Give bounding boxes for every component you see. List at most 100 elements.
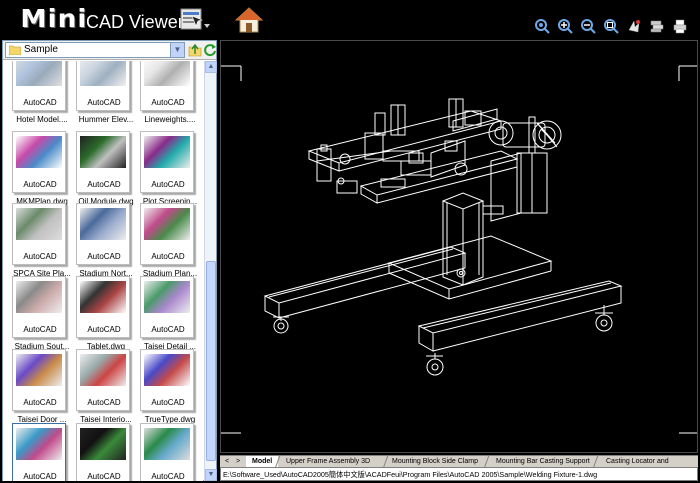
folder-dropdown[interactable]: Sample ▼ <box>5 42 185 58</box>
file-type-badge: AutoCAD <box>87 325 121 334</box>
print-icon[interactable] <box>672 18 688 34</box>
drawing-preview-image <box>16 281 62 313</box>
thumbnail-grid: AutoCAD Hotel Model.... AutoCAD Hummer Elev… <box>3 61 203 481</box>
folder-up-icon[interactable] <box>188 43 202 57</box>
file-thumbnail[interactable]: AutoCAD Hummer Elev... <box>75 61 137 124</box>
mini-cad-viewer-window: Mini CAD Viewer Sample ▼ AutoCAD Hotel M… <box>0 0 700 483</box>
file-thumbnail[interactable]: AutoCADWelding Fixt... <box>75 423 137 481</box>
file-type-badge: AutoCAD <box>23 472 57 481</box>
file-type-badge: AutoCAD <box>151 252 185 261</box>
file-thumbnail[interactable]: AutoCAD Taisei Detail ... <box>139 276 201 351</box>
home-icon[interactable] <box>234 6 264 34</box>
folder-name: Sample <box>24 44 58 55</box>
zoom-out-icon[interactable] <box>580 18 596 34</box>
tab-prev-button[interactable]: < <box>222 457 232 467</box>
file-type-badge: AutoCAD <box>151 98 185 107</box>
thumbnail-frame: AutoCAD <box>76 203 130 265</box>
logo-cad-viewer: CAD Viewer <box>86 12 184 32</box>
layout-tab-bar: < > Model Upper Frame Assembly 3D Mounti… <box>220 455 698 477</box>
thumbnail-frame: AutoCAD <box>12 349 66 411</box>
file-type-badge: AutoCAD <box>23 180 57 189</box>
zoom-realtime-icon[interactable] <box>534 18 550 34</box>
thumbnail-frame: AutoCAD <box>12 131 66 193</box>
file-thumbnail[interactable]: AutoCAD Oil Module.dwg <box>75 131 137 206</box>
drawing-preview-image <box>144 208 190 240</box>
chevron-down-icon[interactable]: ▼ <box>170 43 184 57</box>
refresh-icon[interactable] <box>203 43 217 57</box>
zoom-toolbar <box>534 18 688 34</box>
file-thumbnail[interactable]: AutoCAD Taisei Door ... <box>11 349 73 424</box>
drawing-viewport[interactable] <box>220 40 698 453</box>
folder-icon <box>9 45 21 55</box>
zoom-window-icon[interactable] <box>603 18 619 34</box>
file-name: Hotel Model.... <box>16 115 68 124</box>
file-type-badge: AutoCAD <box>87 472 121 481</box>
file-type-badge: AutoCAD <box>151 180 185 189</box>
thumbnail-frame: AutoCAD <box>76 349 130 411</box>
thumbnail-frame: AutoCAD <box>140 423 194 481</box>
file-type-badge: AutoCAD <box>87 398 121 407</box>
drawing-preview-image <box>16 136 62 168</box>
drawing-preview-image <box>144 136 190 168</box>
layers-icon[interactable] <box>649 18 665 34</box>
file-thumbnail[interactable]: AutoCAD Tablet.dwg <box>75 276 137 351</box>
scroll-up-arrow[interactable]: ▲ <box>205 61 217 73</box>
file-thumbnail[interactable]: AutoCAD SPCA Site Pla... <box>11 203 73 278</box>
thumbnail-frame: AutoCAD <box>76 423 130 481</box>
drawing-preview-image <box>80 354 126 386</box>
drawing-preview-image <box>80 281 126 313</box>
vertical-scrollbar[interactable]: ▲ ▼ <box>204 61 217 481</box>
file-thumbnail[interactable]: AutoCAD Stadium Sout... <box>11 276 73 351</box>
thumbnail-frame: AutoCAD <box>140 131 194 193</box>
top-toolbar: Mini CAD Viewer <box>0 0 700 40</box>
drawing-preview-image <box>144 61 190 86</box>
logo-mini: Mini <box>20 4 88 33</box>
drawing-preview-image <box>80 428 126 460</box>
drawing-preview-image <box>80 136 126 168</box>
file-type-badge: AutoCAD <box>151 325 185 334</box>
thumbnail-frame: AutoCAD <box>12 61 66 111</box>
open-file-icon[interactable] <box>180 6 210 34</box>
file-thumbnail[interactable]: AutoCAD Taisei Interio... <box>75 349 137 424</box>
file-thumbnail[interactable]: AutoCAD TrueType.dwg <box>139 349 201 424</box>
thumbnail-frame: AutoCAD <box>12 276 66 338</box>
file-type-badge: AutoCAD <box>23 398 57 407</box>
file-thumbnail[interactable]: AutoCAD Plot Screenin... <box>139 131 201 206</box>
file-type-badge: AutoCAD <box>23 325 57 334</box>
scroll-thumb[interactable] <box>206 261 216 461</box>
thumbnail-frame: AutoCAD <box>76 131 130 193</box>
thumbnail-frame: AutoCAD <box>140 61 194 111</box>
zoom-in-icon[interactable] <box>557 18 573 34</box>
thumbnail-frame: AutoCAD <box>12 203 66 265</box>
thumbnail-frame: AutoCAD <box>140 276 194 338</box>
folder-bar: Sample ▼ <box>3 41 216 60</box>
pan-icon[interactable] <box>626 18 642 34</box>
file-type-badge: AutoCAD <box>23 252 57 261</box>
thumbnail-frame: AutoCAD <box>140 203 194 265</box>
drawing-preview-image <box>80 61 126 86</box>
tab-next-button[interactable]: > <box>233 457 243 467</box>
file-thumbnail[interactable]: AutoCAD Lineweights.... <box>139 61 201 124</box>
drawing-preview-image <box>80 208 126 240</box>
file-thumbnail[interactable]: AutoCAD MKMPlan.dwg <box>11 131 73 206</box>
file-thumbnail[interactable]: AutoCAD Stadium Nort... <box>75 203 137 278</box>
file-thumbnail[interactable]: AutoCADWelding Fixt... <box>11 423 73 481</box>
file-type-badge: AutoCAD <box>151 472 185 481</box>
scroll-down-arrow[interactable]: ▼ <box>205 469 217 481</box>
file-browser-panel: Sample ▼ AutoCAD Hotel Model.... AutoCAD Hu… <box>2 40 217 481</box>
file-type-badge: AutoCAD <box>87 180 121 189</box>
thumbnail-frame: AutoCAD <box>140 349 194 411</box>
drawing-preview-image <box>144 281 190 313</box>
file-name: Hummer Elev... <box>78 115 134 124</box>
file-path-status: E:\Software_Used\AutoCAD2005簡体中文版\ACADFe… <box>220 467 698 481</box>
file-type-badge: AutoCAD <box>87 252 121 261</box>
drawing-preview-image <box>16 61 62 86</box>
file-thumbnail[interactable]: AutoCAD Hotel Model.... <box>11 61 73 124</box>
file-thumbnail[interactable]: AutoCADWilhome.dwg <box>139 423 201 481</box>
thumbnail-frame: AutoCAD <box>76 276 130 338</box>
file-type-badge: AutoCAD <box>23 98 57 107</box>
drawing-preview-image <box>16 354 62 386</box>
drawing-preview-image <box>16 428 62 460</box>
file-thumbnail[interactable]: AutoCAD Stadium Plan... <box>139 203 201 278</box>
file-type-badge: AutoCAD <box>87 98 121 107</box>
